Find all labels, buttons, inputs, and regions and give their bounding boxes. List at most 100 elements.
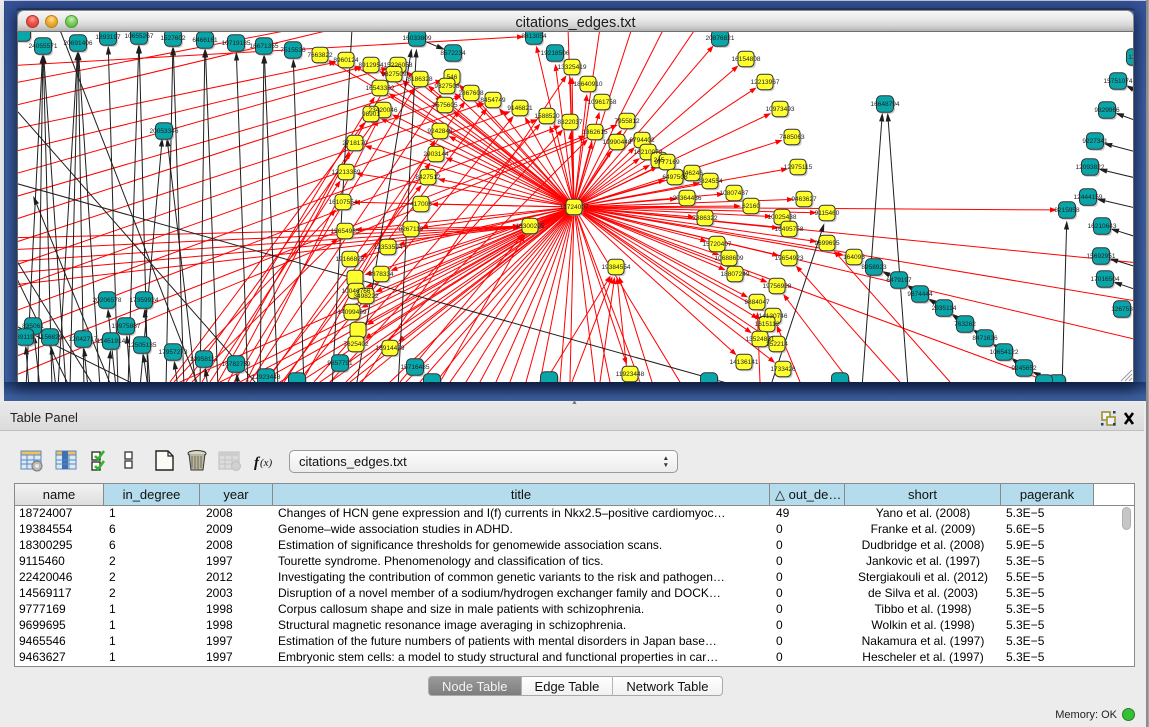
- svg-text:19384554: 19384554: [602, 264, 631, 271]
- svg-text:9884047: 9884047: [744, 299, 770, 306]
- svg-text:2718170: 2718170: [342, 140, 368, 147]
- svg-text:8958923: 8958923: [861, 264, 887, 271]
- svg-text:1733426: 1733426: [770, 366, 796, 373]
- svg-text:20691406: 20691406: [64, 40, 93, 47]
- svg-text:9242848: 9242848: [427, 128, 453, 135]
- svg-text:7955812: 7955812: [614, 118, 640, 125]
- svg-text:15751074: 15751074: [1104, 78, 1133, 85]
- svg-text:1362615: 1362615: [582, 129, 608, 136]
- svg-text:546: 546: [447, 74, 458, 81]
- svg-text:8267110: 8267110: [399, 226, 424, 233]
- svg-text:16210643: 16210643: [1088, 223, 1117, 230]
- svg-text:9777169: 9777169: [654, 159, 680, 166]
- svg-text:17016504: 17016504: [1091, 276, 1120, 283]
- svg-text:10961758: 10961758: [588, 99, 617, 106]
- svg-text:20206578: 20206578: [93, 297, 122, 304]
- svg-text:835061: 835061: [22, 323, 44, 330]
- svg-text:9329966: 9329966: [1094, 107, 1120, 114]
- svg-text:10807487: 10807487: [720, 190, 749, 197]
- svg-text:12093822: 12093822: [1076, 164, 1105, 171]
- svg-text:9245652: 9245652: [1011, 365, 1037, 372]
- svg-text:8878334: 8878334: [368, 271, 394, 278]
- svg-text:20364436: 20364436: [673, 195, 702, 202]
- svg-text:19654985: 19654985: [331, 228, 360, 235]
- svg-text:1588520: 1588520: [534, 113, 560, 120]
- svg-text:9327509: 9327509: [381, 71, 407, 78]
- svg-text:8813054: 8813054: [521, 33, 547, 40]
- svg-text:126753: 126753: [1111, 306, 1133, 313]
- svg-text:8322037: 8322037: [557, 119, 583, 126]
- svg-text:1615112: 1615112: [755, 321, 780, 328]
- svg-text:10654122: 10654122: [990, 349, 1019, 356]
- svg-text:417006: 417006: [410, 201, 432, 208]
- svg-text:8427512: 8427512: [415, 174, 441, 181]
- svg-text:6479197: 6479197: [886, 277, 912, 284]
- svg-text:1893197: 1893197: [95, 34, 121, 41]
- svg-text:19166825: 19166825: [336, 256, 365, 263]
- svg-text:14136141: 14136141: [730, 359, 759, 366]
- svg-text:7386322: 7386322: [692, 215, 718, 222]
- svg-text:39119: 39119: [18, 334, 34, 341]
- svg-text:16648794: 16648794: [871, 101, 900, 108]
- svg-text:62160: 62160: [742, 203, 760, 210]
- svg-text:12213967: 12213967: [751, 79, 780, 86]
- svg-text:16671355: 16671355: [250, 43, 279, 50]
- svg-text:12213369: 12213369: [332, 169, 361, 176]
- svg-text:12975115: 12975115: [784, 164, 813, 171]
- svg-text:15226058: 15226058: [384, 62, 413, 69]
- svg-text:8454749: 8454749: [480, 97, 506, 104]
- svg-text:16782759: 16782759: [222, 361, 251, 368]
- svg-text:1112: 1112: [1128, 54, 1133, 61]
- svg-text:19756928: 19756928: [763, 283, 792, 290]
- svg-text:16914479: 16914479: [376, 345, 405, 352]
- svg-text:9463627: 9463627: [791, 196, 817, 203]
- svg-text:11451914: 11451914: [97, 338, 126, 345]
- svg-text:14099489: 14099489: [338, 309, 367, 316]
- svg-text:3575605: 3575605: [432, 102, 458, 109]
- svg-text:19218506: 19218506: [541, 50, 570, 57]
- svg-text:8960124: 8960124: [333, 57, 359, 64]
- svg-text:1527602: 1527602: [160, 35, 186, 42]
- svg-text:9115460: 9115460: [815, 210, 840, 217]
- svg-text:16210072: 16210072: [634, 149, 663, 156]
- svg-text:2935114: 2935114: [932, 305, 957, 312]
- svg-text:9146821: 9146821: [507, 105, 533, 112]
- svg-text:8572234: 8572234: [440, 50, 466, 57]
- svg-text:19975887: 19975887: [112, 323, 141, 330]
- svg-text:98901: 98901: [362, 111, 380, 118]
- svg-text:13325419: 13325419: [558, 64, 587, 71]
- svg-text:10719185: 10719185: [222, 40, 251, 47]
- svg-text:9699695: 9699695: [814, 240, 840, 247]
- svg-text:3498222: 3498222: [353, 293, 379, 300]
- svg-text:7663822: 7663822: [307, 52, 333, 59]
- svg-text:18300295: 18300295: [516, 223, 545, 230]
- svg-text:15692951: 15692951: [1087, 253, 1116, 260]
- svg-text:18724007: 18724007: [560, 204, 589, 211]
- svg-text:9227341: 9227341: [1082, 138, 1108, 145]
- svg-text:1156829: 1156829: [38, 334, 63, 341]
- svg-text:24055571: 24055571: [29, 43, 58, 50]
- svg-text:12923448: 12923448: [252, 374, 281, 381]
- svg-text:6794402: 6794402: [629, 137, 655, 144]
- svg-text:16495758: 16495758: [775, 226, 804, 233]
- svg-text:8186328: 8186328: [407, 76, 433, 83]
- svg-text:(x): (x): [260, 457, 273, 469]
- svg-text:164095: 164095: [843, 254, 865, 261]
- svg-text:14120746: 14120746: [759, 313, 788, 320]
- svg-text:20876821: 20876821: [706, 35, 735, 42]
- svg-text:17359924: 17359924: [130, 297, 159, 304]
- svg-text:15716485: 15716485: [401, 364, 430, 371]
- svg-text:18807249: 18807249: [721, 271, 750, 278]
- svg-text:18640910: 18640910: [574, 81, 603, 88]
- svg-text:6466161: 6466161: [192, 37, 218, 44]
- svg-text:252214: 252214: [766, 341, 788, 348]
- svg-text:9857791: 9857791: [327, 360, 353, 367]
- svg-text:10655267: 10655267: [125, 33, 154, 40]
- svg-text:9327508: 9327508: [434, 83, 460, 90]
- svg-text:10688609: 10688609: [715, 255, 744, 262]
- svg-text:763262: 763262: [954, 321, 976, 328]
- svg-text:3824554: 3824554: [697, 178, 723, 185]
- svg-text:11923448: 11923448: [616, 371, 645, 378]
- svg-text:10958117: 10958117: [190, 356, 219, 363]
- svg-text:9874444: 9874444: [907, 291, 933, 298]
